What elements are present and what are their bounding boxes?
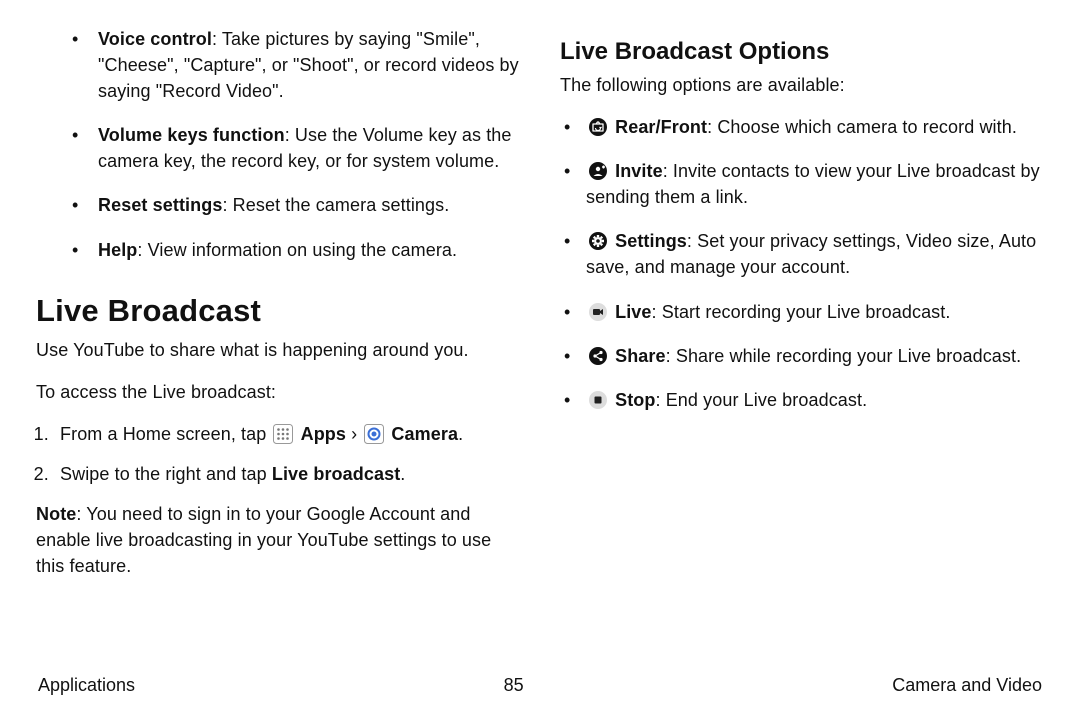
term: Share: [615, 346, 666, 366]
options-heading: Live Broadcast Options: [560, 38, 1044, 66]
share-icon: [588, 346, 608, 366]
steps-list: From a Home screen, tap Apps ›: [54, 421, 520, 487]
left-column: Voice control: Take pictures by saying "…: [36, 20, 524, 667]
page-number: 85: [504, 675, 524, 696]
gear-icon: [588, 231, 608, 251]
term-text: : Start recording your Live broadcast.: [652, 302, 951, 322]
term: Help: [98, 240, 137, 260]
footer: Applications 85 Camera and Video: [36, 675, 1044, 696]
list-item: Stop: End your Live broadcast.: [564, 387, 1044, 413]
access-intro: To access the Live broadcast:: [36, 379, 520, 405]
term: Volume keys function: [98, 125, 285, 145]
step-text: From a Home screen, tap: [60, 424, 271, 444]
live-broadcast-label: Live broadcast: [272, 464, 400, 484]
camera-label: Camera: [391, 424, 458, 444]
footer-left: Applications: [38, 675, 135, 696]
step-text: .: [458, 424, 463, 444]
stop-icon: [588, 390, 608, 410]
footer-right: Camera and Video: [892, 675, 1042, 696]
term-text: : Choose which camera to record with.: [707, 117, 1017, 137]
step-text: Swipe to the right and tap: [60, 464, 272, 484]
camera-app-icon: [364, 424, 384, 444]
list-item: Settings: Set your privacy settings, Vid…: [564, 228, 1044, 280]
term: Voice control: [98, 29, 212, 49]
live-icon: [588, 302, 608, 322]
note-text: : You need to sign in to your Google Acc…: [36, 504, 491, 576]
term: Stop: [615, 390, 655, 410]
list-item: Invite: Invite contacts to view your Liv…: [564, 158, 1044, 210]
list-item: Reset settings: Reset the camera setting…: [72, 192, 520, 218]
invite-icon: [588, 161, 608, 181]
list-item: Volume keys function: Use the Volume key…: [72, 122, 520, 174]
step-2: Swipe to the right and tap Live broadcas…: [54, 461, 520, 487]
apps-grid-icon: [273, 424, 293, 444]
term: Rear/Front: [615, 117, 707, 137]
term: Live: [615, 302, 651, 322]
sub-settings-list: Voice control: Take pictures by saying "…: [72, 26, 520, 263]
manual-page: Voice control: Take pictures by saying "…: [0, 0, 1080, 720]
chevron-right: ›: [351, 424, 362, 444]
note-label: Note: [36, 504, 76, 524]
list-item: Help: View information on using the came…: [72, 237, 520, 263]
live-broadcast-intro: Use YouTube to share what is happening a…: [36, 337, 520, 363]
term-text: : View information on using the camera.: [137, 240, 457, 260]
term-text: : Reset the camera settings.: [222, 195, 449, 215]
options-list: Rear/Front: Choose which camera to recor…: [564, 114, 1044, 413]
list-item: Share: Share while recording your Live b…: [564, 343, 1044, 369]
term: Settings: [615, 231, 687, 251]
apps-label: Apps: [301, 424, 346, 444]
note: Note: You need to sign in to your Google…: [36, 501, 520, 579]
step-1: From a Home screen, tap Apps ›: [54, 421, 520, 447]
term-text: : Share while recording your Live broadc…: [666, 346, 1022, 366]
term-text: : End your Live broadcast.: [656, 390, 868, 410]
list-item: Live: Start recording your Live broadcas…: [564, 299, 1044, 325]
term: Reset settings: [98, 195, 222, 215]
term: Invite: [615, 161, 663, 181]
columns: Voice control: Take pictures by saying "…: [36, 20, 1044, 667]
list-item: Voice control: Take pictures by saying "…: [72, 26, 520, 104]
list-item: Rear/Front: Choose which camera to recor…: [564, 114, 1044, 140]
options-intro: The following options are available:: [560, 72, 1044, 98]
right-column: Live Broadcast Options The following opt…: [560, 20, 1044, 667]
camera-switch-icon: [588, 117, 608, 137]
live-broadcast-heading: Live Broadcast: [36, 293, 520, 329]
step-text: .: [400, 464, 405, 484]
